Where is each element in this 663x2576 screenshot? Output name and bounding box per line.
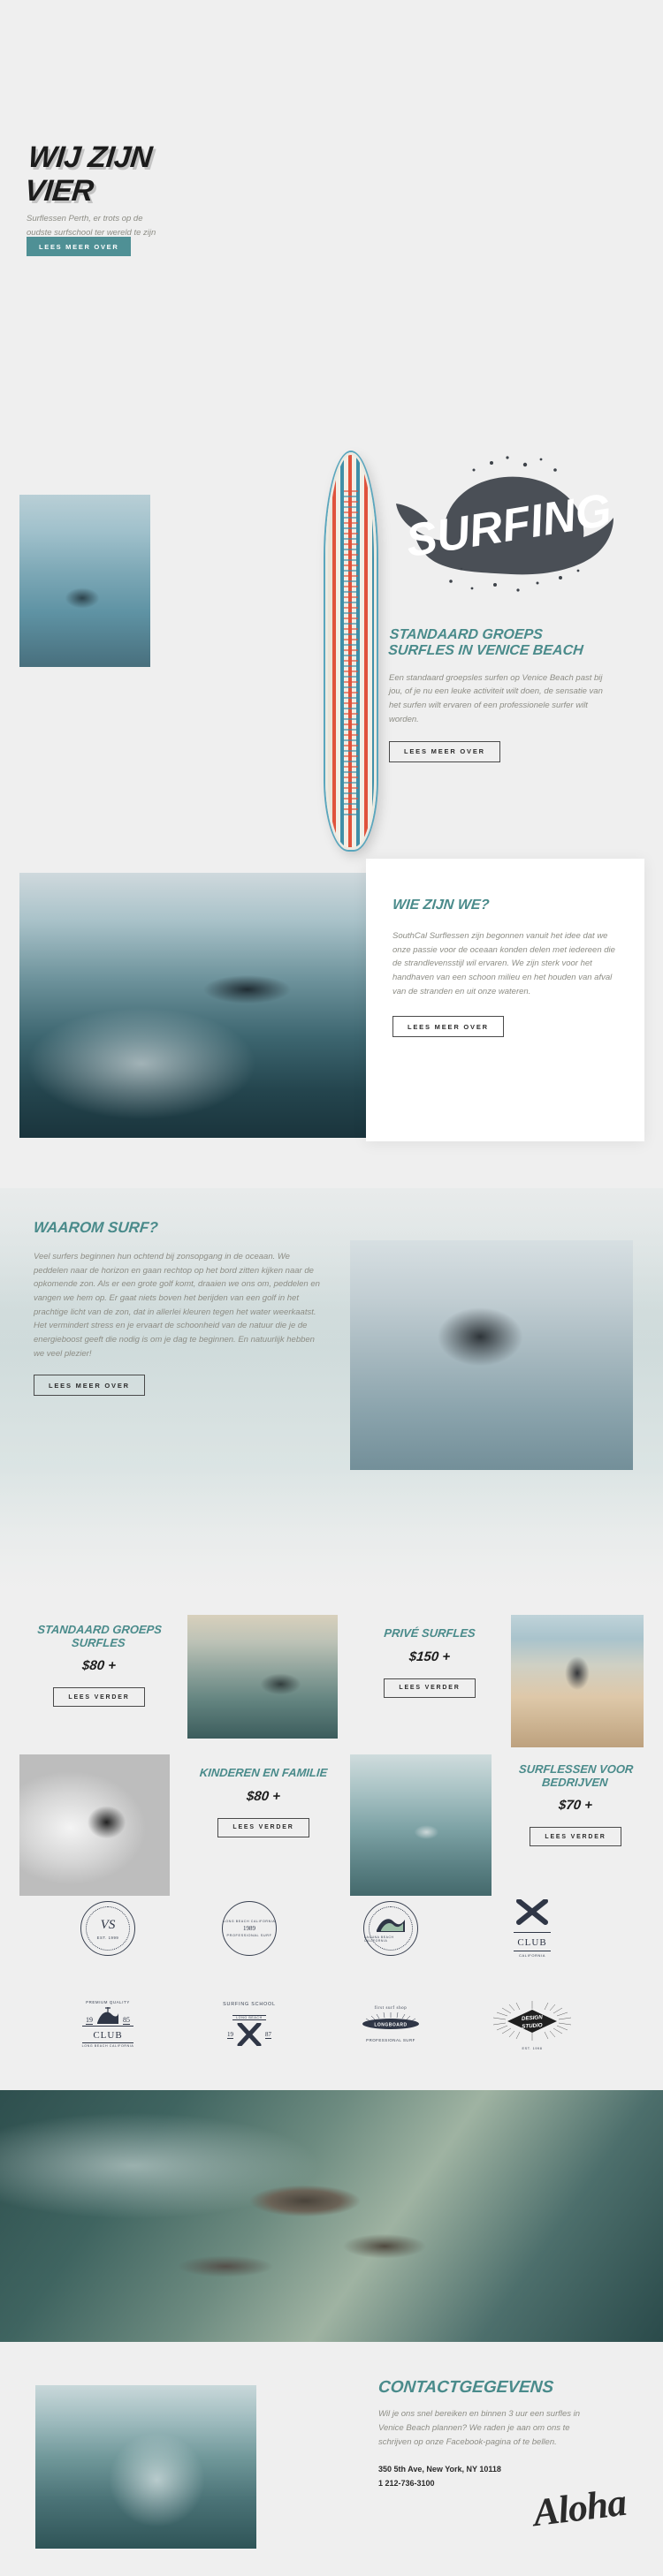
pricing-card-cta[interactable]: LEES VERDER — [384, 1678, 476, 1698]
pricing-card-title: SURFLESSEN VOOR BEDRIJVEN — [518, 1762, 635, 1789]
x-club-icon: CLUB CALIFORNIA — [514, 1898, 551, 1958]
pricing-card-standard: STANDAARD GROEPS SURFLES $80 + LEES VERD… — [19, 1623, 179, 1708]
logo-monogram-est-badge: VS EST. 1999 — [55, 1890, 161, 1966]
logo-x-club-badge: CLUB CALIFORNIA — [479, 1890, 585, 1966]
why-image — [350, 1240, 633, 1470]
monogram-est-icon: VS EST. 1999 — [80, 1901, 135, 1956]
logo-premium-quality-club-badge: premium quality 19 85 CLUB LONG BEACH ca… — [55, 1986, 161, 2062]
surfing-body: Een standaard groepsles surfen op Venice… — [389, 672, 603, 724]
first-surf-shop-icon: first surf shop LONGBOARD PROFESSIONAL S… — [359, 2006, 423, 2042]
pricing-card-cta[interactable]: LEES VERDER — [53, 1687, 145, 1708]
premium-club-icon: premium quality 19 85 CLUB LONG BEACH ca… — [81, 2000, 134, 2048]
surfing-school-icon: SURFING SCHOOL LONG BEACH 19 87 — [223, 2002, 276, 2046]
logo-design-studio-diamond-badge: DESIGN STUDIO EST. 1998 — [479, 1986, 585, 2062]
pricing-image-standard — [187, 1615, 338, 1739]
about-body: SouthCal Surflessen zijn begonnen vanuit… — [392, 930, 615, 996]
pricing-image-corporate — [350, 1754, 492, 1896]
contact-body: Wil je ons snel bereiken en binnen 3 uur… — [378, 2409, 581, 2447]
contact-image — [35, 2385, 256, 2549]
design-studio-icon: DESIGN STUDIO EST. 1998 — [490, 1998, 575, 2050]
svg-text:LONGBOARD: LONGBOARD — [374, 2022, 407, 2027]
why-cta-button[interactable]: LEES MEER OVER — [34, 1375, 145, 1397]
pricing-card-price: $80 + — [81, 1658, 117, 1674]
pricing-image-private — [511, 1615, 644, 1747]
pricing-card-corporate: SURFLESSEN VOOR BEDRIJVEN $70 + LEES VER… — [500, 1762, 651, 1847]
surfing-heading: STANDAARD GROEPS SURFLES IN VENICE BEACH — [387, 627, 584, 658]
pricing-card-kids: KINDEREN EN FAMILIE $80 + LEES VERDER — [184, 1766, 343, 1837]
about-card: WIE ZIJN WE? SouthCal Surflessen zijn be… — [366, 859, 644, 1141]
pricing-card-cta[interactable]: LEES VERDER — [530, 1827, 621, 1847]
page-title: WIJ ZIJN VIER — [23, 140, 294, 208]
hero-title-line-2: VIER — [23, 174, 95, 208]
pricing-card-cta[interactable]: LEES VERDER — [217, 1817, 309, 1837]
logo-surfing-school-badge: SURFING SCHOOL LONG BEACH 19 87 — [196, 1986, 302, 2062]
logo-laguna-beach-wave-badge: laguna beach california — [338, 1890, 444, 1966]
pricing-card-private: PRIVÉ SURFLES $150 + LEES VERDER — [350, 1626, 509, 1698]
pricing-card-price: $150 + — [408, 1648, 452, 1664]
about-cta-button[interactable]: LEES MEER OVER — [392, 1016, 504, 1038]
pricing-card-price: $70 + — [558, 1798, 593, 1814]
landing-page: WIJ ZIJN VIER Surflessen Perth, er trots… — [0, 0, 663, 2576]
surfboard-graphic — [325, 452, 377, 850]
contact-address: 350 5th Ave, New York, NY 10118 — [378, 2465, 501, 2474]
surfing-cta-button[interactable]: LEES MEER OVER — [389, 740, 500, 762]
pricing-card-title: KINDEREN EN FAMILIE — [199, 1766, 328, 1779]
contact-heading: CONTACTGEGEVENS — [377, 2378, 555, 2397]
why-section-text: WAAROM SURF? Veel surfers beginnen hun o… — [33, 1219, 325, 1397]
pricing-card-title: STANDAARD GROEPS SURFLES — [36, 1623, 163, 1649]
surfing-section-image — [19, 495, 150, 667]
logo-first-surf-shop-badge: first surf shop LONGBOARD PROFESSIONAL S… — [338, 1986, 444, 2062]
aloha-signature: Aloha — [530, 2480, 629, 2535]
why-heading: WAAROM SURF? — [33, 1219, 159, 1236]
logo-professional-surf-badge: LONG BEACH california 1989 PROFESSIONAL … — [196, 1890, 302, 1966]
dolphin-surfing-badge: SURFING — [396, 449, 626, 617]
why-body: Veel surfers beginnen hun ochtend bij zo… — [34, 1252, 320, 1359]
laguna-wave-icon: laguna beach california — [363, 1901, 418, 1956]
about-heading: WIE ZIJN WE? — [392, 898, 491, 913]
professional-surf-icon: LONG BEACH california 1989 PROFESSIONAL … — [222, 1901, 277, 1956]
hero-subtitle: Surflessen Perth, er trots op de oudste … — [27, 214, 156, 238]
hero-title-line-1: WIJ ZIJN — [27, 140, 154, 174]
surfboard-stripe-detail — [344, 486, 358, 816]
hero-cta-button[interactable]: LEES MEER OVER — [27, 237, 132, 256]
about-image — [19, 873, 426, 1138]
surfing-section-text: STANDAARD GROEPS SURFLES IN VENICE BEACH… — [387, 627, 610, 762]
pricing-card-title: PRIVÉ SURFLES — [383, 1626, 476, 1640]
aerial-ocean-image — [0, 2090, 663, 2342]
pricing-image-kids — [19, 1754, 170, 1896]
pricing-card-price: $80 + — [246, 1788, 281, 1804]
contact-section: CONTACTGEGEVENS Wil je ons snel bereiken… — [377, 2378, 644, 2534]
